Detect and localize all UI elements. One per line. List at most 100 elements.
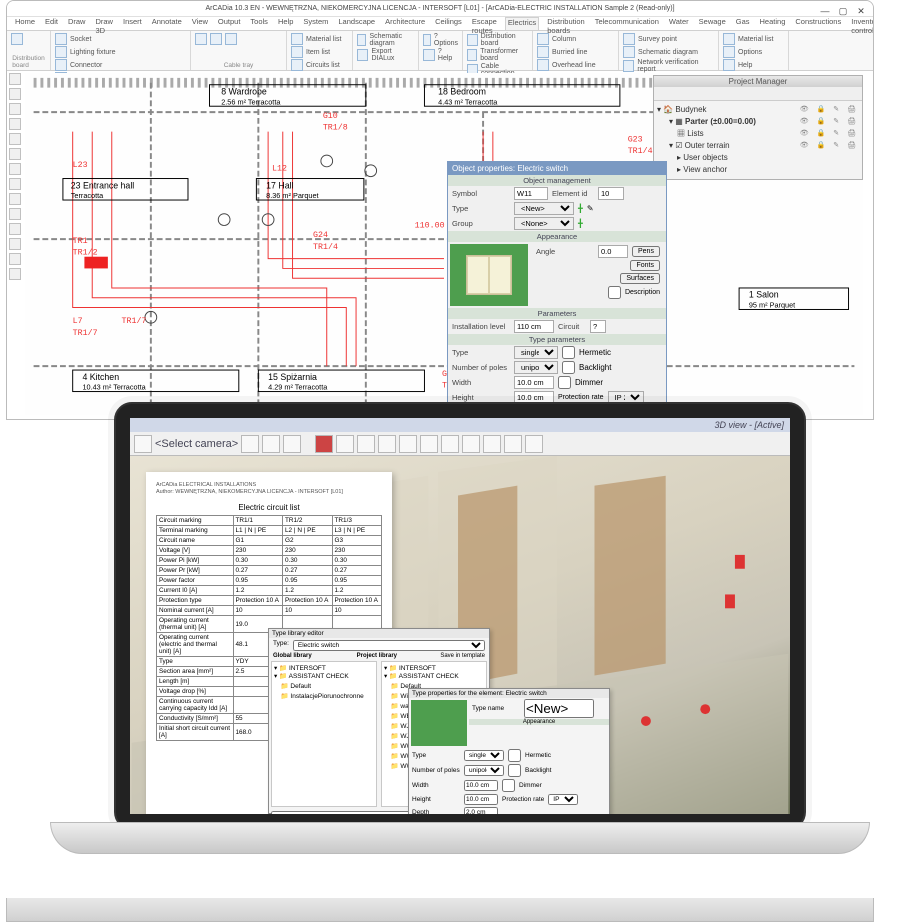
ptype-select[interactable]: single (514, 346, 558, 359)
tool-icon[interactable] (9, 253, 21, 265)
tab-output[interactable]: Output (216, 17, 243, 30)
tb-icon[interactable] (483, 435, 501, 453)
pm-toolbar[interactable] (654, 87, 862, 101)
edit-icon[interactable]: ✎ (587, 204, 594, 213)
pens-button[interactable]: Pens (632, 246, 660, 257)
tab-annotate[interactable]: Annotate (150, 17, 184, 30)
symbol-input[interactable] (514, 187, 548, 200)
tab-ceilings[interactable]: Ceilings (433, 17, 464, 30)
rg-r2[interactable]: Column Burried line Overhead line (533, 31, 619, 70)
tb-icon[interactable] (441, 435, 459, 453)
tab-view[interactable]: View (190, 17, 210, 30)
tb-icon[interactable] (378, 435, 396, 453)
backlight-cb[interactable] (562, 361, 575, 374)
tb-icon[interactable] (283, 435, 301, 453)
rg-scheme[interactable]: Schematic diagram Export DIALux (353, 31, 419, 70)
tb-icon[interactable] (399, 435, 417, 453)
tool-icon[interactable] (9, 148, 21, 160)
tp-width[interactable] (464, 780, 498, 791)
ribbon-item[interactable]: Material list (723, 33, 784, 45)
tp-poles-select[interactable]: unipole (464, 765, 504, 776)
tab-sewage[interactable]: Sewage (697, 17, 728, 30)
ribbon-item[interactable]: Export DIALux (357, 48, 414, 62)
tab-escape-routes[interactable]: Escape routes (470, 17, 499, 30)
ribbon-item[interactable]: Material list (291, 33, 348, 45)
ribbon-item[interactable]: Overhead line (537, 59, 614, 71)
ribbon-item[interactable]: Burried line (537, 46, 614, 58)
tb-icon[interactable] (357, 435, 375, 453)
angle-input[interactable] (598, 245, 628, 258)
rg-items[interactable]: Socket Lighting fixture Connector Cable … (51, 31, 191, 70)
rg-r4[interactable]: Material list Options Help (719, 31, 789, 70)
fonts-button[interactable]: Fonts (630, 260, 660, 271)
desc-checkbox[interactable] (608, 286, 621, 299)
tool-icon[interactable] (9, 178, 21, 190)
tb-icon[interactable] (525, 435, 543, 453)
poles-select[interactable]: unipole (514, 361, 558, 374)
circuit-input[interactable] (590, 320, 606, 333)
tp-hermetic[interactable] (508, 749, 521, 762)
hermetic-cb[interactable] (562, 346, 575, 359)
tool-icon[interactable] (9, 163, 21, 175)
tool-icon[interactable] (9, 133, 21, 145)
tp-prot[interactable]: IP 20 (548, 794, 578, 805)
tb-icon[interactable] (336, 435, 354, 453)
tp-depth[interactable] (464, 807, 498, 814)
tp-height[interactable] (464, 794, 498, 805)
rg-r3[interactable]: Survey point Schematic diagram Network v… (619, 31, 719, 70)
tb-icon[interactable] (504, 435, 522, 453)
rg-list[interactable]: Material list Item list Circuits list (287, 31, 353, 70)
type-select[interactable]: <New> (514, 202, 574, 215)
typename-input[interactable] (524, 699, 594, 718)
rg-distboard[interactable]: Distribution board (7, 31, 51, 70)
tp-dimmer[interactable] (502, 779, 515, 792)
ribbon-item[interactable]: ? Help (423, 48, 458, 62)
dimmer-cb[interactable] (558, 376, 571, 389)
tb-icon[interactable] (462, 435, 480, 453)
ribbon-item[interactable]: Connector (55, 59, 186, 71)
ribbon-item[interactable]: Circuits list (291, 59, 348, 71)
ribbon-item[interactable]: Options (723, 46, 784, 58)
minimize-icon[interactable]: — (819, 3, 831, 15)
tab-edit[interactable]: Edit (43, 17, 60, 30)
global-lib-tree[interactable]: ▾ 📁 INTERSOFT▾ 📁 ASSISTANT CHECK 📁 Defau… (271, 661, 377, 807)
tab-insert[interactable]: Insert (121, 17, 144, 30)
tb-icon[interactable] (315, 435, 333, 453)
add-icon[interactable]: ╋ (578, 204, 583, 213)
tb-icon[interactable] (262, 435, 280, 453)
ribbon-item[interactable]: Schematic diagram (623, 46, 714, 58)
tool-icon[interactable] (9, 193, 21, 205)
tool-icon[interactable] (9, 238, 21, 250)
tool-icon[interactable] (9, 103, 21, 115)
pm-tree[interactable]: ▾ 🏠 Budynek👁 🔒 ✎ 🖨 ▾ ▦ Parter (±0.00=0.0… (654, 101, 862, 179)
close-icon[interactable]: ✕ (855, 3, 867, 15)
group-select[interactable]: <None> (514, 217, 574, 230)
ribbon-item[interactable]: Lighting fixture (55, 46, 186, 58)
tl-type-select[interactable]: Electric switch (293, 640, 485, 651)
add-icon[interactable]: ╋ (578, 219, 583, 228)
ribbon-item[interactable]: Socket (55, 33, 186, 45)
tab-draw-3d[interactable]: Draw 3D (93, 17, 115, 30)
ribbon-item[interactable]: Survey point (623, 33, 714, 45)
surfaces-button[interactable]: Surfaces (620, 273, 660, 284)
tab-inventory-control[interactable]: Inventory control (849, 17, 874, 30)
tool-icon[interactable] (9, 118, 21, 130)
tp-backlight[interactable] (508, 764, 521, 777)
tab-landscape[interactable]: Landscape (336, 17, 377, 30)
tp-type-select[interactable]: single (464, 750, 504, 761)
camera-icon[interactable] (134, 435, 152, 453)
ribbon-item[interactable]: Network verification report (623, 59, 714, 73)
ribbon-item[interactable]: Transformer board (467, 48, 528, 62)
tb-icon[interactable] (420, 435, 438, 453)
tab-draw[interactable]: Draw (66, 17, 88, 30)
rg-cable[interactable]: Cable tray (191, 31, 287, 70)
tool-icon[interactable] (9, 73, 21, 85)
ribbon-item[interactable]: Distribution board (467, 33, 528, 47)
tab-gas[interactable]: Gas (734, 17, 752, 30)
elementid-input[interactable] (598, 187, 624, 200)
tab-telecommunication[interactable]: Telecommunication (593, 17, 661, 30)
tab-help[interactable]: Help (276, 17, 295, 30)
tab-electrics[interactable]: Electrics (505, 17, 539, 30)
ribbon-item[interactable]: Help (723, 59, 784, 71)
ribbon-item[interactable]: Schematic diagram (357, 33, 414, 47)
